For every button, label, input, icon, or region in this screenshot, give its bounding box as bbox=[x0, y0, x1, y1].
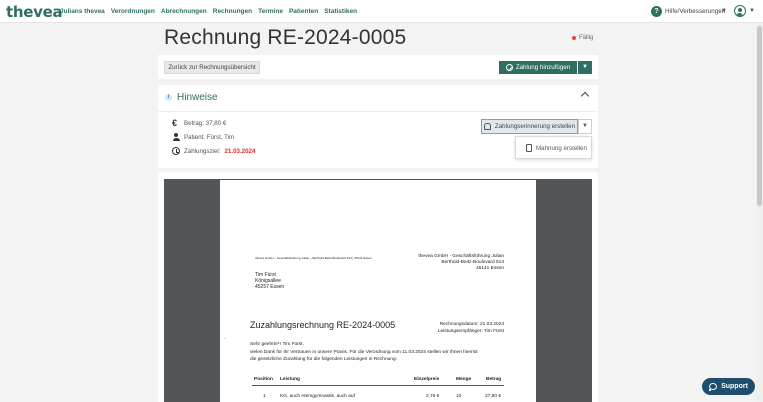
create-dunning-menu-item[interactable]: Mahnung erstellen bbox=[526, 144, 587, 152]
status-dot-icon bbox=[572, 36, 576, 40]
company-line-2: Berthold-Beitz-Boulevard 514 bbox=[441, 260, 504, 265]
nav-link-patienten[interactable]: Patienten bbox=[289, 8, 318, 15]
user-avatar[interactable] bbox=[734, 5, 746, 17]
help-chevron-down-icon[interactable]: ▼ bbox=[721, 8, 727, 14]
clock-icon bbox=[172, 147, 180, 155]
salutation: Sehr geehrte*r Tim Fürst, bbox=[250, 342, 304, 347]
col-header-amount: Betrag bbox=[486, 377, 502, 382]
page-scrollbar-thumb[interactable] bbox=[757, 26, 762, 206]
support-label: Support bbox=[721, 383, 748, 390]
back-to-invoices-button[interactable]: Zurück zur Rechnungsübersicht bbox=[164, 61, 260, 74]
body-line-1: vielen Dank für Ihr Vertrauen in unsere … bbox=[250, 350, 478, 355]
reminder-dropdown-menu: Mahnung erstellen bbox=[515, 136, 592, 159]
document-icon bbox=[526, 144, 532, 152]
hints-divider bbox=[158, 111, 598, 112]
company-line-1: thevea GmbH - Geschäftsführung Julian bbox=[418, 254, 504, 259]
help-icon[interactable]: ? bbox=[651, 6, 662, 17]
row-service: KG, auch Atemgymnastik, auch auf bbox=[280, 394, 355, 399]
due-row: Zahlungsziel: 21.03.2024 bbox=[172, 147, 255, 155]
row-qty: 10 bbox=[456, 394, 462, 399]
row-position: 1 bbox=[263, 394, 266, 399]
help-menu[interactable]: Hilfe/Verbesserungen bbox=[665, 8, 725, 15]
company-line-3: 45141 Essen bbox=[475, 266, 504, 271]
due-label: Zahlungsziel: bbox=[184, 147, 221, 155]
recipient-line-3: 45257 Essen bbox=[255, 284, 285, 290]
reminder-icon bbox=[483, 123, 491, 130]
col-header-qty: Menge bbox=[456, 377, 472, 382]
sender-line: thevea GmbH – Geschäftsführung Julian – … bbox=[255, 256, 372, 260]
payment-options-toggle[interactable]: ▼ bbox=[578, 61, 592, 74]
invoice-recipient: Leistungsempfänger: Tim Fürst bbox=[437, 329, 504, 334]
euro-icon: € bbox=[172, 118, 178, 128]
nav-link-julians-thevea[interactable]: Julians thevea bbox=[60, 8, 105, 15]
body-line-2: die gesetzliche Zuzahlung für die folgen… bbox=[250, 357, 397, 362]
invoice-page: thevea GmbH – Geschäftsführung Julian – … bbox=[220, 180, 536, 402]
due-date: 21.03.2024 bbox=[224, 147, 256, 155]
add-payment-button[interactable]: Zahlung hinzufügen bbox=[499, 61, 577, 74]
add-payment-label: Zahlung hinzufügen bbox=[515, 64, 571, 71]
thevea-logo[interactable]: thevea bbox=[6, 3, 63, 21]
support-button[interactable]: Support bbox=[702, 378, 755, 395]
page-title: Rechnung RE-2024-0005 bbox=[164, 26, 407, 49]
hints-title: Hinweise bbox=[177, 92, 218, 103]
row-amount: 27,80 € bbox=[485, 394, 502, 399]
col-header-service: Leistung bbox=[280, 377, 300, 382]
invoice-heading: Zuzahlungsrechnung RE-2024-0005 bbox=[250, 320, 396, 330]
amount-row: € Betrag: 37,80 € bbox=[172, 118, 227, 128]
status-label: Fällig bbox=[579, 35, 594, 41]
sender-line-2 bbox=[255, 260, 256, 264]
user-icon bbox=[172, 133, 180, 141]
reminder-label: Zahlungserinnerung erstellen bbox=[494, 123, 576, 130]
row-price: 2,78 € bbox=[426, 394, 440, 399]
info-icon: i bbox=[165, 94, 172, 101]
col-header-position: Position bbox=[254, 377, 273, 382]
patient-text: Patient: Fürst, Tim bbox=[184, 133, 235, 141]
chat-bubble-icon bbox=[709, 383, 718, 391]
user-chevron-down-icon[interactable]: ▼ bbox=[749, 8, 755, 14]
col-header-price: Einzelpreis bbox=[414, 377, 440, 382]
nav-link-abrechnungen[interactable]: Abrechnungen bbox=[161, 8, 207, 15]
reminder-options-toggle[interactable]: ▼ bbox=[578, 119, 592, 134]
fold-mark: – bbox=[224, 336, 226, 340]
top-navbar: thevea Julians thevea Verordnungen Abrec… bbox=[0, 0, 763, 23]
nav-link-rechnungen[interactable]: Rechnungen bbox=[213, 8, 252, 15]
invoice-date: Rechnungsdatum: 21.03.2024 bbox=[439, 322, 504, 327]
check-circle-icon bbox=[505, 64, 513, 71]
nav-link-termine[interactable]: Termine bbox=[258, 8, 283, 15]
create-payment-reminder-button[interactable]: Zahlungserinnerung erstellen bbox=[481, 119, 578, 134]
nav-link-verordnungen[interactable]: Verordnungen bbox=[111, 8, 155, 15]
main-nav: Julians thevea Verordnungen Abrechnungen… bbox=[60, 8, 357, 15]
nav-link-statistiken[interactable]: Statistiken bbox=[324, 8, 357, 15]
table-header-divider bbox=[252, 385, 504, 386]
patient-row: Patient: Fürst, Tim bbox=[172, 133, 234, 141]
create-dunning-label: Mahnung erstellen bbox=[536, 144, 587, 152]
status-badge: Fällig bbox=[572, 35, 593, 41]
amount-text: Betrag: 37,80 € bbox=[184, 119, 227, 127]
